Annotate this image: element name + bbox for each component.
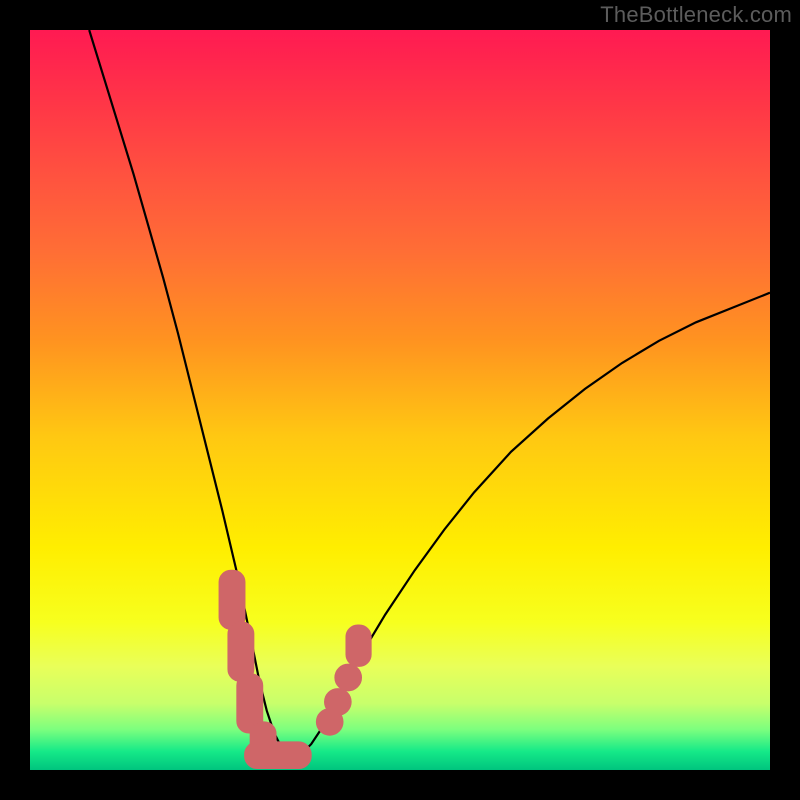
curve-marker: [325, 689, 352, 716]
curve-marker: [228, 622, 254, 681]
plot-svg: [30, 30, 770, 770]
curve-marker: [335, 664, 362, 691]
chart-frame: TheBottleneck.com: [0, 0, 800, 800]
gradient-background: [30, 30, 770, 770]
curve-marker: [245, 742, 312, 769]
curve-marker: [219, 570, 245, 629]
plot-area: [30, 30, 770, 770]
curve-marker: [346, 625, 371, 666]
attribution-label: TheBottleneck.com: [600, 2, 792, 28]
